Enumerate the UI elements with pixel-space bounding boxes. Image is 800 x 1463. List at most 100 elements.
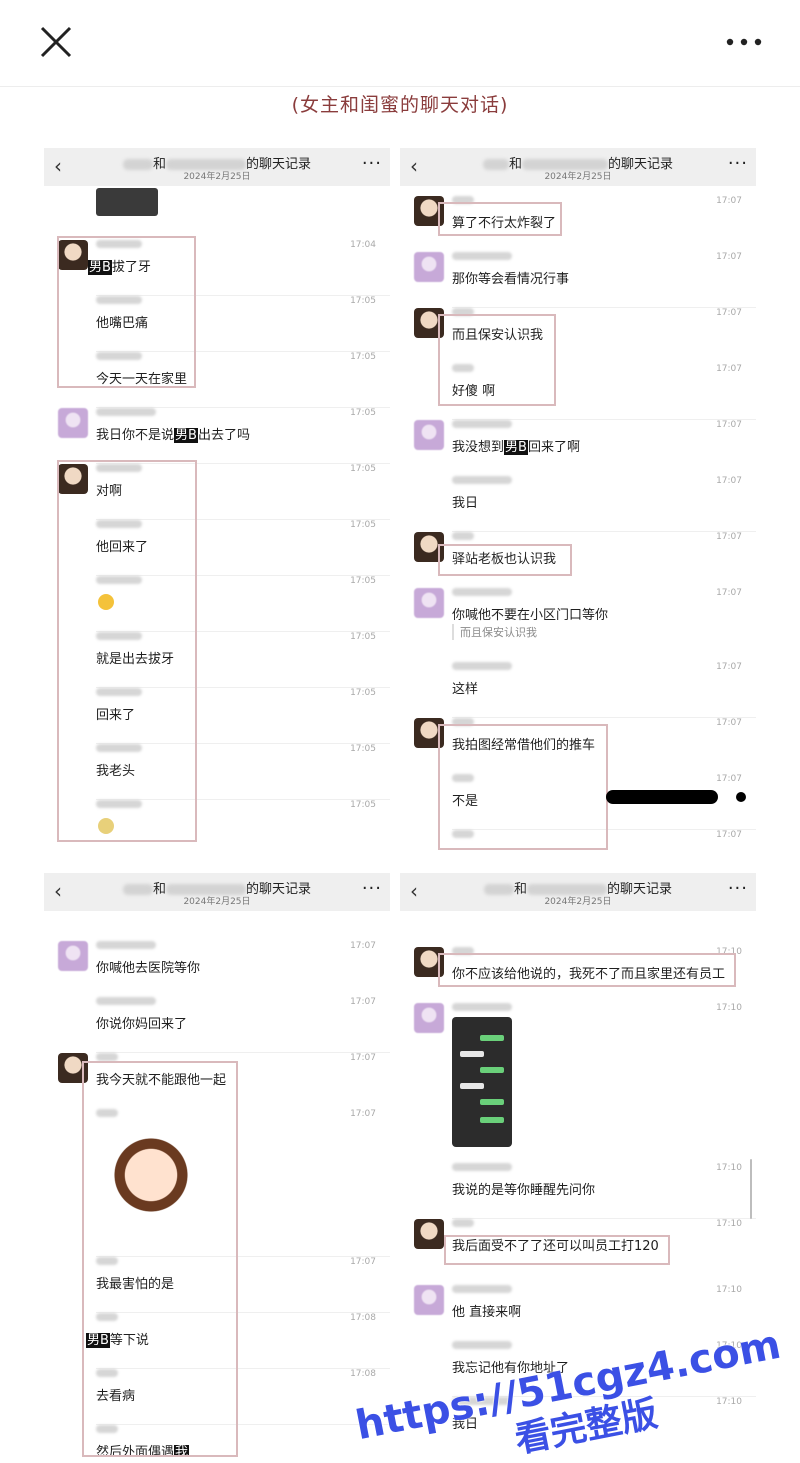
chat-record-header: ‹ 和的聊天记录 2024年2月25日 ···: [44, 148, 390, 186]
message: 17:07 我日: [400, 476, 756, 532]
chat-record-header: ‹ 和的聊天记录 2024年2月25日 ···: [400, 873, 756, 911]
sender-name: [452, 1163, 512, 1171]
message-time: 17:10: [716, 1163, 742, 1173]
message-time: 17:07: [350, 1257, 376, 1267]
sender-name: [452, 1219, 474, 1227]
avatar: [414, 252, 444, 282]
message-time: 17:07: [716, 718, 742, 728]
highlight-box: [444, 1235, 670, 1265]
chat-record-panel: ‹ 和的聊天记录 2024年2月25日 ··· 17:07 你喊他去医院等你 1…: [44, 873, 390, 1457]
message: 17:07 你喊他不要在小区门口等你 而且保安认识我: [400, 588, 756, 662]
avatar: [414, 420, 444, 450]
avatar: [58, 408, 88, 438]
message-text: 我日你不是说男B出去了吗: [96, 428, 250, 443]
message-time: 17:05: [350, 576, 376, 586]
message-text: 你喊他不要在小区门口等你: [452, 608, 609, 623]
avatar: [414, 588, 444, 618]
message-time: 17:07: [716, 308, 742, 318]
chat-record-header: ‹ 和的聊天记录 2024年2月25日 ···: [44, 873, 390, 911]
sender-name: [452, 1003, 512, 1011]
chat-record-panel: ‹ 和的聊天记录 2024年2月25日 ··· 17:04 男B拔了牙 17:0…: [44, 148, 390, 850]
message-time: 17:05: [350, 408, 376, 418]
message-text: 这样: [452, 682, 479, 697]
message: 17:05 我日你不是说男B出去了吗: [44, 408, 390, 464]
message-time: 17:10: [716, 1285, 742, 1295]
message-time: 17:07: [716, 252, 742, 262]
quoted-message: 而且保安认识我: [452, 624, 537, 640]
highlight-box: [438, 544, 572, 576]
sender-name: [452, 1285, 512, 1293]
message-time: 17:07: [716, 364, 742, 374]
sender-name: [452, 420, 512, 428]
panel-more-icon[interactable]: ···: [362, 153, 382, 174]
redaction-dot: [736, 792, 746, 802]
panel-more-icon[interactable]: ···: [728, 153, 748, 174]
highlight-box: [57, 460, 197, 842]
message-time: 17:07: [350, 1109, 376, 1119]
sender-name: [452, 532, 474, 540]
message: 17:07 你说你妈回来了: [44, 997, 390, 1053]
highlight-box: [438, 202, 562, 236]
sender-name: [452, 476, 512, 484]
sender-name: [96, 408, 156, 416]
message-time: 17:07: [716, 774, 742, 784]
image-thumbnail[interactable]: [96, 188, 158, 216]
message-time: 17:05: [350, 296, 376, 306]
page-caption: (女主和闺蜜的聊天对话): [291, 94, 509, 116]
message: 17:10: [400, 1003, 756, 1163]
chat-record-header: ‹ 和的聊天记录 2024年2月25日 ···: [400, 148, 756, 186]
message-time: 17:05: [350, 520, 376, 530]
sender-name: [452, 1341, 512, 1349]
message-time: 17:08: [350, 1369, 376, 1379]
message-time: 17:07: [716, 830, 742, 840]
message-time: 17:05: [350, 688, 376, 698]
message-time: 17:04: [350, 240, 376, 250]
scrollbar[interactable]: [750, 1159, 752, 1219]
message-time: 17:05: [350, 744, 376, 754]
message-time: 17:05: [350, 352, 376, 362]
message-time: 17:05: [350, 800, 376, 810]
redaction-scribble: [606, 790, 718, 804]
message-time: 17:07: [716, 662, 742, 672]
message-time: 17:08: [350, 1313, 376, 1323]
sender-name: [96, 997, 156, 1005]
panel-more-icon[interactable]: ···: [362, 878, 382, 899]
message-time: 17:05: [350, 464, 376, 474]
message-text: 你喊他去医院等你: [96, 961, 201, 976]
panel-more-icon[interactable]: ···: [728, 878, 748, 899]
highlight-box: [57, 236, 196, 388]
sender-name: [452, 588, 512, 596]
message-time: 17:07: [350, 997, 376, 1007]
message-time: 17:07: [716, 532, 742, 542]
message-time: 17:07: [716, 196, 742, 206]
chat-record-date: 2024年2月25日: [544, 172, 612, 182]
more-dots-icon: [726, 38, 762, 46]
message: 17:07 你喊他去医院等你: [44, 941, 390, 997]
highlight-box: [438, 953, 736, 987]
message-text: 那你等会看情况行事: [452, 272, 570, 287]
sender-name: [452, 662, 512, 670]
chat-record-date: 2024年2月25日: [183, 897, 251, 907]
message-text: 我说的是等你睡醒先问你: [452, 1183, 596, 1198]
message: 17:10 我说的是等你睡醒先问你: [400, 1163, 756, 1219]
message-text: 我日: [452, 496, 479, 511]
highlight-box: [438, 724, 608, 850]
close-icon: [40, 26, 72, 58]
screenshot-image[interactable]: [452, 1017, 512, 1147]
top-bar: [0, 0, 800, 87]
sender-name: [96, 941, 156, 949]
chat-record-date: 2024年2月25日: [183, 172, 251, 182]
avatar: [414, 1285, 444, 1315]
message-time: 17:07: [350, 941, 376, 951]
message-time: 17:07: [716, 588, 742, 598]
chat-record-panel: ‹ 和的聊天记录 2024年2月25日 ··· 17:07 算了不行太炸裂了 1…: [400, 148, 756, 850]
message-time: 17:07: [716, 420, 742, 430]
message-time: 17:07: [350, 1053, 376, 1063]
more-button[interactable]: [724, 30, 764, 54]
chat-record-date: 2024年2月25日: [544, 897, 612, 907]
message: 17:07 那你等会看情况行事: [400, 252, 756, 308]
close-button[interactable]: [36, 22, 76, 62]
message-time: 17:05: [350, 632, 376, 642]
message: 17:10 他 直接来啊: [400, 1285, 756, 1341]
message-time: 17:07: [716, 476, 742, 486]
